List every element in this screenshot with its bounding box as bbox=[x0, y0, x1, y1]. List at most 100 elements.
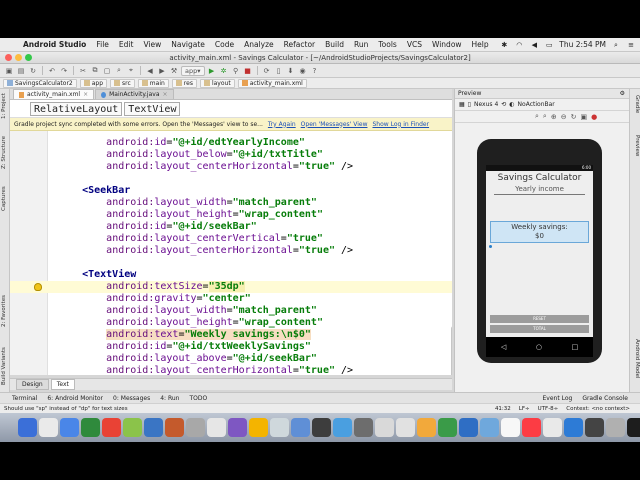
close-tab-icon[interactable]: × bbox=[163, 91, 168, 98]
menu-code[interactable]: Code bbox=[210, 40, 239, 49]
zoom-out-icon[interactable]: ⊖ bbox=[561, 113, 567, 121]
code-line[interactable]: android:id="@+id/seekBar" bbox=[10, 221, 452, 233]
code-line[interactable]: <SeekBar bbox=[10, 185, 452, 197]
caret-position[interactable]: 41:32 bbox=[495, 406, 511, 412]
save-all-icon[interactable]: ▤ bbox=[16, 66, 26, 76]
menu-file[interactable]: File bbox=[91, 40, 114, 49]
todo-tool-button[interactable]: TODO bbox=[189, 395, 207, 402]
menu-navigate[interactable]: Navigate bbox=[166, 40, 210, 49]
dock-app-icon[interactable] bbox=[18, 418, 37, 437]
menu-analyze[interactable]: Analyze bbox=[239, 40, 279, 49]
code-line[interactable]: android:text="Weekly savings:\n$0" bbox=[10, 329, 452, 341]
code-line[interactable]: android:layout_above="@+id/seekBar" bbox=[10, 353, 452, 365]
try-again-link[interactable]: Try Again bbox=[268, 121, 296, 128]
code-line[interactable]: android:layout_centerHorizontal="true" /… bbox=[10, 245, 452, 257]
dock-app-icon[interactable] bbox=[564, 418, 583, 437]
context-indicator[interactable]: Context: <no context> bbox=[566, 406, 630, 412]
breadcrumb-item[interactable]: src bbox=[110, 78, 135, 88]
tag-breadcrumb-item[interactable]: RelativeLayout bbox=[30, 101, 123, 116]
battery-icon[interactable]: ▭ bbox=[544, 41, 554, 49]
copy-icon[interactable]: ⧉ bbox=[90, 66, 100, 76]
code-line[interactable]: android:layout_centerHorizontal="true" /… bbox=[10, 161, 452, 173]
menu-help[interactable]: Help bbox=[467, 40, 494, 49]
bluetooth-icon[interactable]: ✱ bbox=[499, 41, 509, 49]
tool-window-android-model[interactable]: Android Model bbox=[634, 339, 640, 379]
zoom-in-icon[interactable]: ⊕ bbox=[551, 113, 557, 121]
run-icon[interactable]: ▶ bbox=[207, 66, 217, 76]
dock-app-icon[interactable] bbox=[627, 418, 640, 437]
dock-app-icon[interactable] bbox=[186, 418, 205, 437]
dock-app-icon[interactable] bbox=[522, 418, 541, 437]
breadcrumb-item[interactable]: SavingsCalculator2 bbox=[3, 78, 77, 88]
code-line[interactable]: android:layout_centerHorizontal="true" /… bbox=[10, 365, 452, 375]
run-config-select[interactable]: app ▾ bbox=[181, 65, 205, 76]
menu-tools[interactable]: Tools bbox=[373, 40, 401, 49]
file-encoding[interactable]: UTF-8÷ bbox=[538, 406, 559, 412]
find-icon[interactable]: ⌕ bbox=[114, 66, 124, 76]
code-line[interactable]: android:layout_width="match_parent" bbox=[10, 197, 452, 209]
back-icon[interactable]: ◀ bbox=[145, 66, 155, 76]
tool-window-build-variants[interactable]: Build Variants bbox=[1, 347, 7, 385]
sync-icon[interactable]: ↻ bbox=[28, 66, 38, 76]
design-tab[interactable]: Design bbox=[16, 379, 49, 390]
attach-debugger-icon[interactable]: ⚲ bbox=[231, 66, 241, 76]
tool-window-gradle[interactable]: Gradle bbox=[634, 95, 640, 113]
tool-window-favorites[interactable]: 2: Favorites bbox=[1, 295, 7, 327]
forward-icon[interactable]: ▶ bbox=[157, 66, 167, 76]
paste-icon[interactable]: ▢ bbox=[102, 66, 112, 76]
dock-app-icon[interactable] bbox=[81, 418, 100, 437]
code-line[interactable]: android:textSize="35dp" bbox=[10, 281, 452, 293]
code-line[interactable]: android:layout_height="wrap_content" bbox=[10, 209, 452, 221]
dock-app-icon[interactable] bbox=[459, 418, 478, 437]
menu-refactor[interactable]: Refactor bbox=[279, 40, 320, 49]
zoom-actual-icon[interactable]: ⌕ bbox=[543, 112, 547, 121]
show-log-link[interactable]: Show Log in Finder bbox=[372, 121, 429, 128]
notification-center-icon[interactable]: ≡ bbox=[626, 41, 636, 49]
code-editor[interactable]: android:id="@+id/edtYearlyIncome" androi… bbox=[10, 131, 452, 375]
tag-breadcrumb-item[interactable]: TextView bbox=[124, 101, 181, 116]
layers-icon[interactable]: ▦ bbox=[459, 101, 465, 108]
dock-app-icon[interactable] bbox=[207, 418, 226, 437]
make-project-icon[interactable]: ⚒ bbox=[169, 66, 179, 76]
dock-app-icon[interactable] bbox=[228, 418, 247, 437]
error-icon[interactable]: ● bbox=[591, 113, 597, 121]
event-log-tool-button[interactable]: Event Log bbox=[543, 395, 573, 402]
menu-app-name[interactable]: Android Studio bbox=[18, 40, 91, 49]
dock-app-icon[interactable] bbox=[249, 418, 268, 437]
dock-app-icon[interactable] bbox=[480, 418, 499, 437]
gradle-console-tool-button[interactable]: Gradle Console bbox=[582, 395, 628, 402]
android-device-monitor-icon[interactable]: ◉ bbox=[298, 66, 308, 76]
breadcrumb-item[interactable]: layout bbox=[199, 78, 235, 88]
android-monitor-tool-button[interactable]: 6: Android Monitor bbox=[47, 395, 103, 402]
line-separator[interactable]: LF÷ bbox=[519, 406, 530, 412]
breadcrumb-item[interactable]: activity_main.xml bbox=[237, 78, 307, 88]
editor-tab-activity-main[interactable]: activity_main.xml × bbox=[13, 89, 95, 99]
wifi-icon[interactable]: ◠ bbox=[514, 41, 524, 49]
menu-run[interactable]: Run bbox=[349, 40, 373, 49]
breadcrumb-item[interactable]: app bbox=[79, 78, 108, 88]
dock-app-icon[interactable] bbox=[333, 418, 352, 437]
cut-icon[interactable]: ✂ bbox=[78, 66, 88, 76]
dock-app-icon[interactable] bbox=[543, 418, 562, 437]
menu-vcs[interactable]: VCS bbox=[402, 40, 427, 49]
screenshot-icon[interactable]: ▣ bbox=[580, 113, 587, 121]
code-line[interactable]: android:layout_width="match_parent" bbox=[10, 305, 452, 317]
spotlight-search-icon[interactable]: ⌕ bbox=[611, 41, 621, 49]
menu-view[interactable]: View bbox=[138, 40, 166, 49]
orientation-icon[interactable]: ⟲ bbox=[501, 101, 506, 108]
theme-icon[interactable]: ◐ bbox=[509, 101, 514, 108]
dock-app-icon[interactable] bbox=[417, 418, 436, 437]
menu-build[interactable]: Build bbox=[320, 40, 349, 49]
undo-icon[interactable]: ↶ bbox=[47, 66, 57, 76]
menu-window[interactable]: Window bbox=[427, 40, 467, 49]
volume-icon[interactable]: ◀ bbox=[529, 41, 539, 49]
code-line[interactable]: android:id="@+id/txtWeeklySavings" bbox=[10, 341, 452, 353]
code-line[interactable]: android:layout_centerVertical="true" bbox=[10, 233, 452, 245]
gradle-sync-icon[interactable]: ⟳ bbox=[262, 66, 272, 76]
code-line[interactable] bbox=[10, 173, 452, 185]
theme-select[interactable]: NoActionBar bbox=[518, 101, 555, 108]
redo-icon[interactable]: ↷ bbox=[59, 66, 69, 76]
open-messages-link[interactable]: Open 'Messages' View bbox=[301, 121, 368, 128]
zoom-fit-icon[interactable]: ⌕ bbox=[535, 112, 539, 121]
dock-app-icon[interactable] bbox=[585, 418, 604, 437]
